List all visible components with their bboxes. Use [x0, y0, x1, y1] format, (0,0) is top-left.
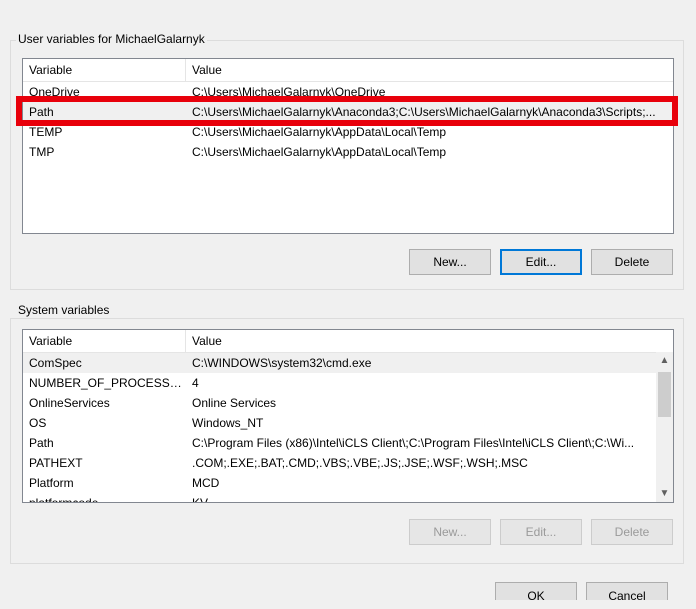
row-value: KV — [192, 496, 209, 503]
row-value: Online Services — [192, 396, 277, 410]
scroll-down-icon[interactable]: ▼ — [656, 485, 673, 502]
system-list-header: Variable Value — [23, 330, 656, 353]
row-value: C:\Users\MichaelGalarnyk\Anaconda3;C:\Us… — [192, 105, 656, 119]
row-value: 4 — [192, 376, 199, 390]
row-value: MCD — [192, 476, 220, 490]
system-row-pathext[interactable]: PATHEXT .COM;.EXE;.BAT;.CMD;.VBS;.VBE;.J… — [23, 453, 656, 473]
system-row-platformcode[interactable]: platformcode KV — [23, 493, 656, 503]
column-header-variable[interactable]: Variable — [23, 330, 186, 352]
row-value: .COM;.EXE;.BAT;.CMD;.VBS;.VBE;.JS;.JSE;.… — [192, 456, 528, 470]
row-variable: OS — [29, 416, 47, 430]
system-list-scrollbar[interactable]: ▲ ▼ — [656, 352, 673, 502]
row-variable: platformcode — [29, 496, 99, 503]
scrollbar-thumb[interactable] — [658, 372, 671, 417]
user-row-onedrive[interactable]: OneDrive C:\Users\MichaelGalarnyk\OneDri… — [23, 82, 673, 102]
row-variable: NUMBER_OF_PROCESSORS — [29, 376, 185, 390]
system-row-processors[interactable]: NUMBER_OF_PROCESSORS 4 — [23, 373, 656, 393]
system-row-os[interactable]: OS Windows_NT — [23, 413, 656, 433]
user-edit-button[interactable]: Edit... — [500, 249, 582, 275]
user-new-button[interactable]: New... — [409, 249, 491, 275]
row-variable: OneDrive — [29, 85, 80, 99]
column-header-variable[interactable]: Variable — [23, 59, 186, 81]
user-list-header: Variable Value — [23, 59, 673, 82]
system-edit-button[interactable]: Edit... — [500, 519, 582, 545]
row-variable: TMP — [29, 145, 55, 159]
cancel-button[interactable]: Cancel — [586, 582, 668, 603]
row-value: C:\WINDOWS\system32\cmd.exe — [192, 356, 372, 370]
ok-button[interactable]: OK — [495, 582, 577, 603]
row-variable: Platform — [29, 476, 74, 490]
column-header-value[interactable]: Value — [186, 330, 656, 352]
row-variable: ComSpec — [29, 356, 82, 370]
column-header-value[interactable]: Value — [186, 59, 673, 81]
user-variables-title: User variables for MichaelGalarnyk — [16, 32, 207, 46]
system-row-onlineservices[interactable]: OnlineServices Online Services — [23, 393, 656, 413]
system-variables-title: System variables — [16, 303, 112, 317]
system-delete-button[interactable]: Delete — [591, 519, 673, 545]
user-row-path[interactable]: Path C:\Users\MichaelGalarnyk\Anaconda3;… — [23, 102, 673, 122]
system-variables-list[interactable]: Variable Value ComSpec C:\WINDOWS\system… — [22, 329, 674, 503]
user-delete-button[interactable]: Delete — [591, 249, 673, 275]
row-variable: Path — [29, 436, 54, 450]
row-variable: Path — [29, 105, 54, 119]
system-new-button[interactable]: New... — [409, 519, 491, 545]
row-variable: PATHEXT — [29, 456, 83, 470]
row-value: C:\Users\MichaelGalarnyk\AppData\Local\T… — [192, 145, 447, 159]
row-value: C:\Users\MichaelGalarnyk\OneDrive — [192, 85, 386, 99]
system-row-path[interactable]: Path C:\Program Files (x86)\Intel\iCLS C… — [23, 433, 656, 453]
row-value: Windows_NT — [192, 416, 264, 430]
row-variable: OnlineServices — [29, 396, 110, 410]
system-row-comspec[interactable]: ComSpec C:\WINDOWS\system32\cmd.exe — [23, 353, 656, 373]
system-row-platform[interactable]: Platform MCD — [23, 473, 656, 493]
user-row-tmp[interactable]: TMP C:\Users\MichaelGalarnyk\AppData\Loc… — [23, 142, 673, 162]
user-variables-list[interactable]: Variable Value OneDrive C:\Users\Michael… — [22, 58, 674, 234]
scroll-up-icon[interactable]: ▲ — [656, 352, 673, 369]
user-row-temp[interactable]: TEMP C:\Users\MichaelGalarnyk\AppData\Lo… — [23, 122, 673, 142]
row-value: C:\Users\MichaelGalarnyk\AppData\Local\T… — [192, 125, 447, 139]
row-variable: TEMP — [29, 125, 63, 139]
row-value: C:\Program Files (x86)\Intel\iCLS Client… — [192, 436, 635, 450]
